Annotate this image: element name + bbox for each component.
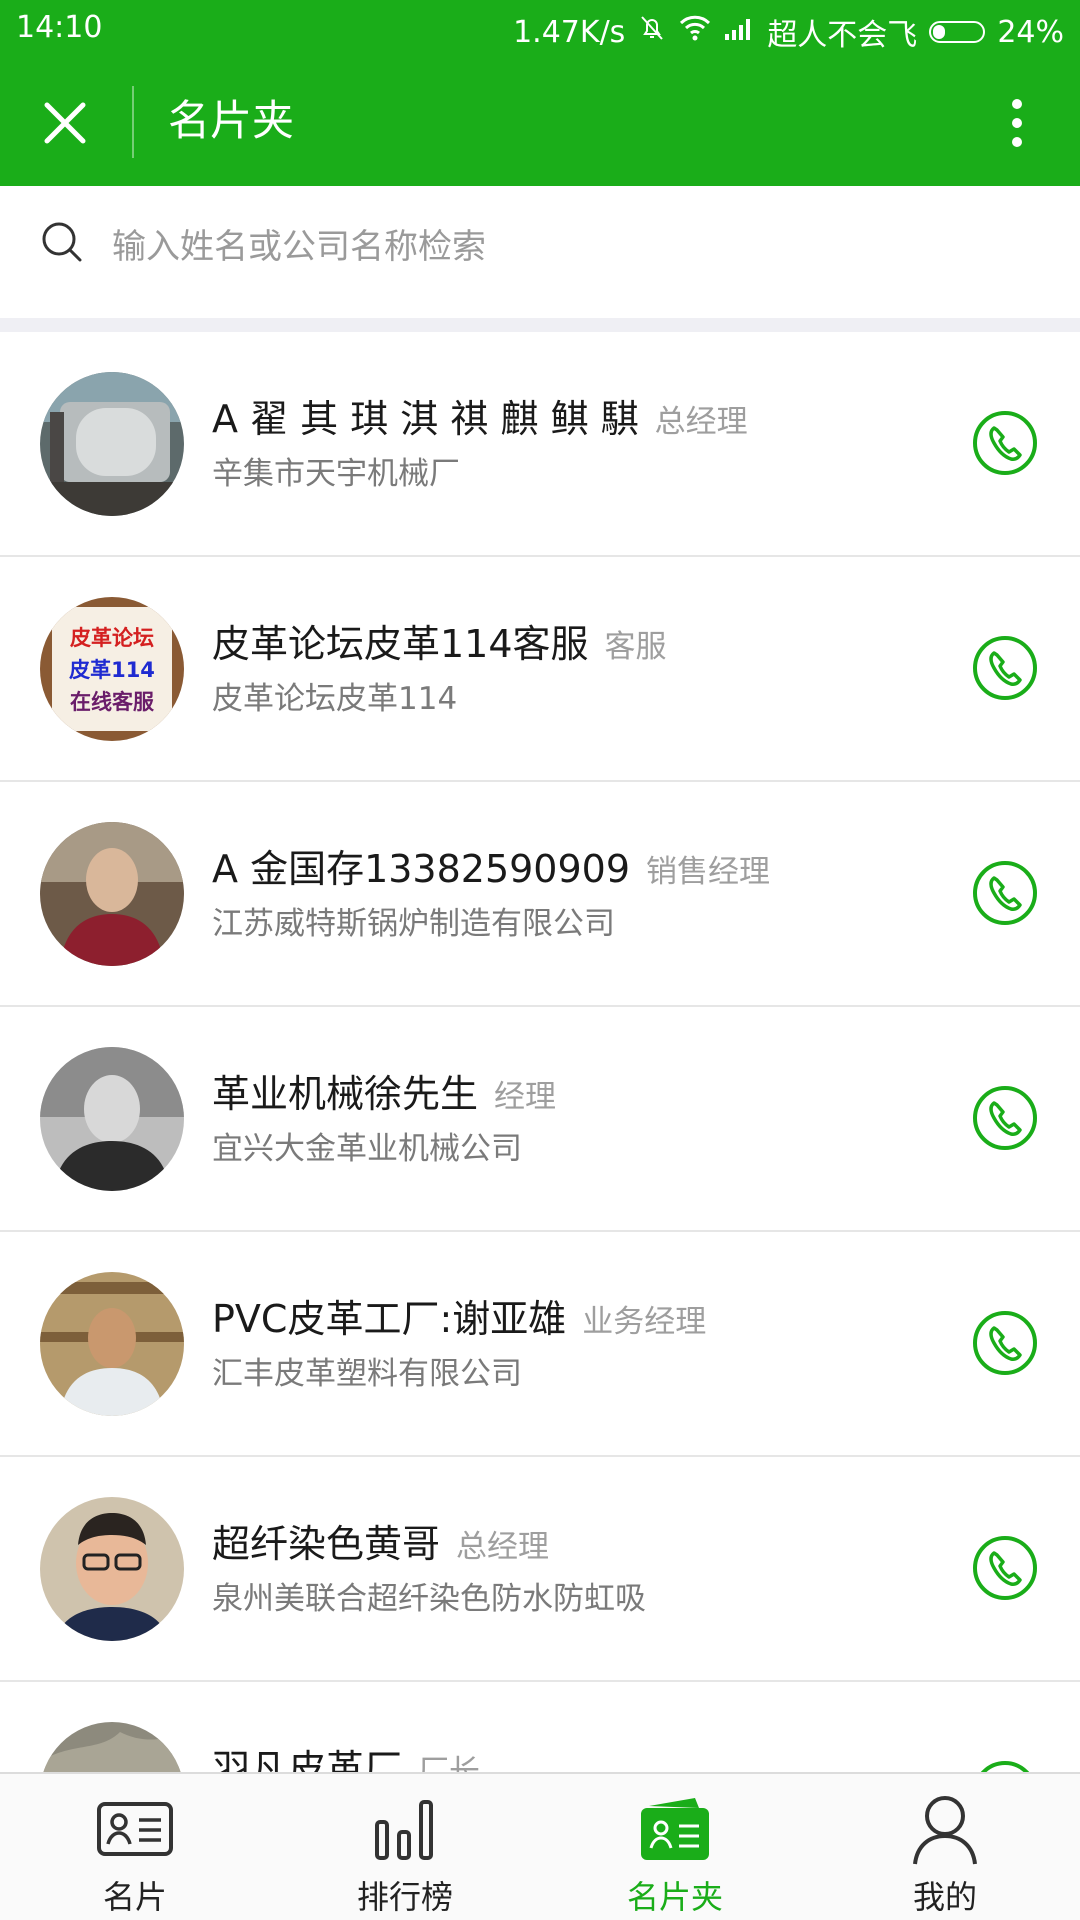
- contact-title: 总经理: [456, 1529, 550, 1565]
- tab-label: 名片: [102, 1878, 167, 1916]
- contact-name-line: 超纤染色黄哥 总经理: [212, 1513, 549, 1568]
- contact-company: 泉州美联合超纤染色防水防虹吸: [212, 1581, 646, 1617]
- contact-title: 客服: [604, 629, 667, 665]
- contact-name: A 金国存13382590909: [212, 847, 631, 891]
- tab-card[interactable]: 名片: [0, 1774, 270, 1920]
- avatar: [40, 1722, 184, 1772]
- contact-name-line: 羽凡皮革厂 厂长: [212, 1738, 480, 1772]
- call-button[interactable]: [970, 1758, 1040, 1772]
- contact-name-line: 皮革论坛皮革114客服 客服: [212, 613, 667, 668]
- contact-list: A 翟 其 琪 淇 祺 麒 鲯 騏总经理 辛集市天宇机械厂 皮革论坛 皮革114…: [0, 332, 1080, 1772]
- contact-title: 销售经理: [646, 854, 771, 890]
- user-icon: [913, 1796, 977, 1865]
- card-icon: [97, 1802, 173, 1856]
- section-gap: [0, 318, 1080, 332]
- phone-icon: [973, 411, 1037, 475]
- contact-name: PVC皮革工厂:谢亚雄: [212, 1297, 567, 1341]
- call-button[interactable]: [970, 408, 1040, 478]
- header-divider: [132, 86, 134, 158]
- battery-percent: 24%: [997, 14, 1064, 50]
- tab-mine[interactable]: 我的: [810, 1774, 1080, 1920]
- app-header: 名片夹: [0, 56, 1080, 186]
- tab-label: 我的: [912, 1878, 977, 1916]
- contact-name: 羽凡皮革厂: [212, 1747, 403, 1772]
- call-button[interactable]: [970, 1083, 1040, 1153]
- more-vertical-icon: [1012, 99, 1022, 147]
- contact-name-line: A 金国存13382590909 销售经理: [212, 838, 770, 893]
- contact-name-line: A 翟 其 琪 淇 祺 麒 鲯 騏总经理: [212, 388, 748, 443]
- net-speed: 1.47K/s: [513, 14, 626, 50]
- contact-company: 汇丰皮革塑料有限公司: [212, 1356, 522, 1392]
- carrier-name: 超人不会飞: [767, 18, 918, 53]
- phone-icon: [980, 1761, 1030, 1772]
- avatar: [40, 1497, 184, 1641]
- card-holder-icon: [641, 1798, 709, 1860]
- status-right: 1.47K/s 超人不会飞 24%: [513, 10, 1064, 54]
- contact-company: 辛集市天宇机械厂: [212, 456, 460, 492]
- avatar-text-3: 在线客服: [70, 690, 155, 714]
- contact-title: 业务经理: [582, 1304, 707, 1340]
- contact-row[interactable]: 羽凡皮革厂 厂长: [0, 1682, 1080, 1772]
- search-input[interactable]: [110, 216, 1014, 278]
- tab-label: 排行榜: [356, 1878, 453, 1916]
- mute-bell-icon: [637, 13, 667, 51]
- avatar: [40, 1272, 184, 1416]
- contact-row[interactable]: A 翟 其 琪 淇 祺 麒 鲯 騏总经理 辛集市天宇机械厂: [0, 332, 1080, 557]
- phone-icon: [973, 1536, 1037, 1600]
- status-time: 14:10: [16, 10, 103, 45]
- contact-title: 总经理: [654, 404, 748, 440]
- contact-company: 皮革论坛皮革114: [212, 681, 458, 717]
- phone-icon: [973, 1086, 1037, 1150]
- contact-row[interactable]: 革业机械徐先生 经理 宜兴大金革业机械公司: [0, 1007, 1080, 1232]
- avatar: [40, 372, 184, 516]
- call-button[interactable]: [970, 633, 1040, 703]
- contact-row[interactable]: A 金国存13382590909 销售经理 江苏威特斯锅炉制造有限公司: [0, 782, 1080, 1007]
- search-icon: [42, 222, 82, 262]
- contact-title: 经理: [494, 1079, 557, 1115]
- close-icon: [44, 102, 86, 144]
- avatar: [40, 1047, 184, 1191]
- tab-card-holder[interactable]: 名片夹: [540, 1774, 810, 1920]
- contact-company: 宜兴大金革业机械公司: [212, 1131, 522, 1167]
- contact-row[interactable]: 超纤染色黄哥 总经理 泉州美联合超纤染色防水防虹吸: [0, 1457, 1080, 1682]
- tab-ranking[interactable]: 排行榜: [270, 1774, 540, 1920]
- avatar-text-1: 皮革论坛: [70, 626, 154, 650]
- call-button[interactable]: [970, 1308, 1040, 1378]
- contact-title: 厂长: [418, 1754, 481, 1772]
- contact-name: 皮革论坛皮革114客服: [212, 622, 589, 666]
- call-button[interactable]: [970, 858, 1040, 928]
- status-bar: 14:10 1.47K/s 超人不会飞 24%: [0, 0, 1080, 56]
- phone-icon: [973, 861, 1037, 925]
- contact-row[interactable]: 皮革论坛 皮革114 在线客服 皮革论坛皮革114客服 客服 皮革论坛皮革114: [0, 557, 1080, 782]
- bottom-nav: 名片 排行榜 名片夹 我的: [0, 1772, 1080, 1920]
- contact-company: 江苏威特斯锅炉制造有限公司: [212, 906, 615, 942]
- contact-name: A 翟 其 琪 淇 祺 麒 鲯 騏: [212, 397, 639, 441]
- battery-icon: [929, 21, 986, 43]
- contact-name-line: PVC皮革工厂:谢亚雄 业务经理: [212, 1288, 706, 1343]
- signal-icon: [723, 15, 755, 50]
- wifi-icon: [679, 14, 711, 50]
- avatar-text-2: 皮革114: [69, 658, 155, 682]
- close-button[interactable]: [28, 86, 102, 160]
- phone-icon: [973, 636, 1037, 700]
- search-bar: [0, 186, 1080, 318]
- contact-name-line: 革业机械徐先生 经理: [212, 1063, 556, 1118]
- tab-label: 名片夹: [626, 1878, 723, 1916]
- avatar: [40, 822, 184, 966]
- call-button[interactable]: [970, 1533, 1040, 1603]
- avatar: 皮革论坛 皮革114 在线客服: [40, 597, 184, 741]
- page-title: 名片夹: [168, 96, 295, 145]
- contact-name: 超纤染色黄哥: [212, 1522, 441, 1566]
- ranking-icon: [375, 1800, 433, 1860]
- contact-row[interactable]: PVC皮革工厂:谢亚雄 业务经理 汇丰皮革塑料有限公司: [0, 1232, 1080, 1457]
- more-button[interactable]: [980, 86, 1054, 160]
- phone-icon: [973, 1311, 1037, 1375]
- contact-name: 革业机械徐先生: [212, 1072, 479, 1116]
